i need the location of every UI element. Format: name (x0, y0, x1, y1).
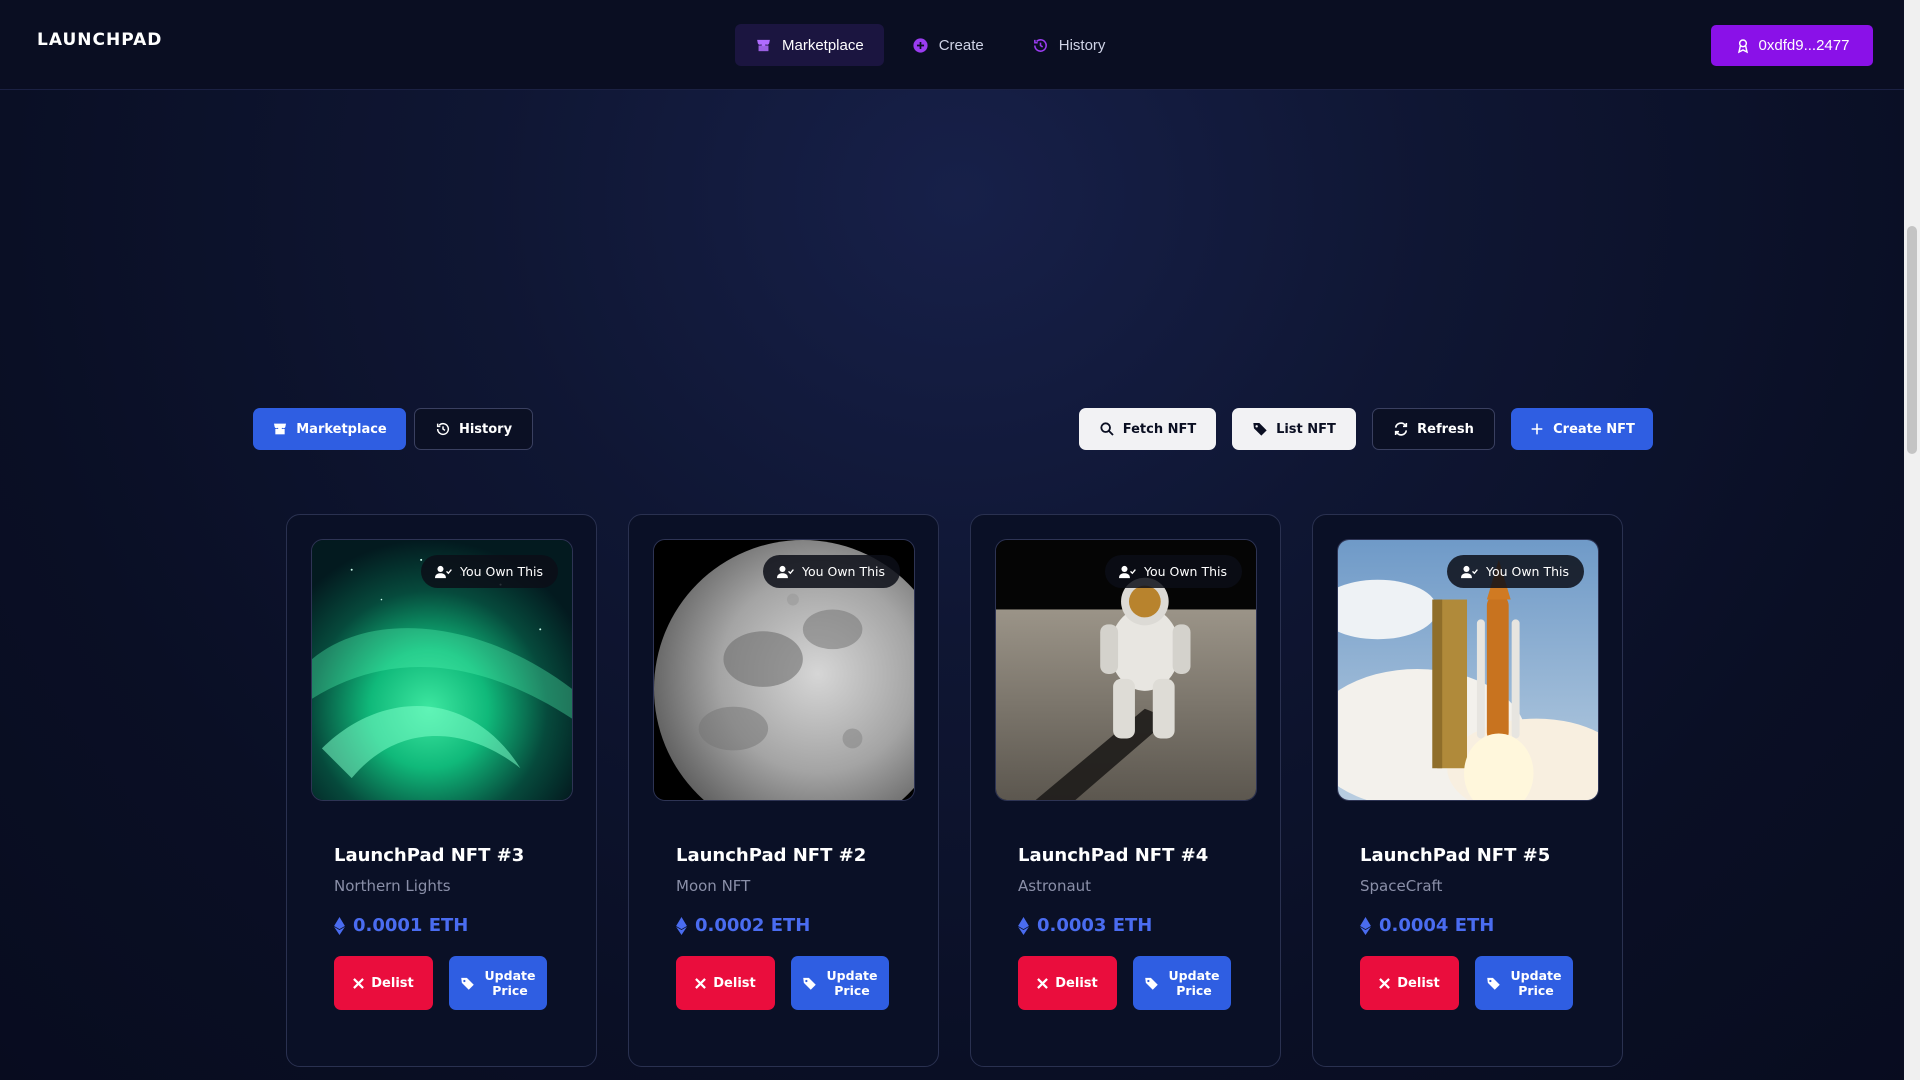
user-check-icon (776, 565, 794, 578)
user-check-icon (1118, 565, 1136, 578)
nav-item-label: Create (938, 36, 984, 54)
button-label: Create NFT (1553, 421, 1635, 437)
ethereum-icon (334, 916, 345, 935)
delist-button[interactable]: Delist (1018, 956, 1117, 1010)
launchpad-logo[interactable]: LAUNCHPAD (37, 30, 162, 50)
close-icon (353, 977, 365, 989)
close-icon (1379, 977, 1391, 989)
button-label: Marketplace (296, 421, 387, 437)
search-icon (1100, 422, 1114, 436)
button-label: Refresh (1417, 421, 1474, 437)
nft-image-astronaut[interactable]: You Own This (995, 539, 1257, 801)
ethereum-icon (676, 916, 687, 935)
tag-icon (803, 977, 816, 990)
update-price-button[interactable]: Update Price (449, 956, 547, 1010)
button-label: Update Price (1168, 968, 1220, 998)
refresh-button[interactable]: Refresh (1372, 408, 1495, 450)
nft-price: 0.0001 ETH (334, 915, 468, 936)
history-tab-button[interactable]: History (414, 408, 533, 450)
main-nav: Marketplace Create History (735, 24, 1125, 66)
nft-image-spacecraft[interactable]: You Own This (1337, 539, 1599, 801)
button-label: Update Price (484, 968, 536, 998)
nav-item-marketplace[interactable]: Marketplace (735, 24, 884, 66)
button-label: List NFT (1276, 421, 1336, 437)
nav-item-history[interactable]: History (1012, 24, 1126, 66)
badge-label: You Own This (459, 564, 543, 579)
owned-badge: You Own This (1446, 555, 1584, 588)
create-nft-button[interactable]: Create NFT (1511, 408, 1653, 450)
nft-price: 0.0004 ETH (1360, 915, 1494, 936)
ethereum-icon (1018, 916, 1029, 935)
user-check-icon (434, 565, 452, 578)
nft-title: LaunchPad NFT #2 (676, 845, 867, 866)
store-icon (757, 39, 770, 51)
history-icon (436, 422, 449, 436)
tag-icon (1145, 977, 1158, 990)
tag-icon (461, 977, 474, 990)
close-icon (1037, 977, 1049, 989)
nft-subtitle: Astronaut (1018, 877, 1092, 895)
nft-card[interactable]: You Own This LaunchPad NFT #4 Astronaut … (970, 514, 1281, 1067)
owned-badge: You Own This (1104, 555, 1242, 588)
top-navbar: LAUNCHPAD Marketplace Create History 0xd… (0, 0, 1904, 90)
nft-card[interactable]: You Own This LaunchPad NFT #5 SpaceCraft… (1312, 514, 1623, 1067)
price-value: 0.0002 ETH (695, 915, 811, 936)
button-label: History (458, 421, 513, 437)
nav-item-label: Marketplace (782, 36, 864, 54)
list-nft-button[interactable]: List NFT (1232, 408, 1356, 450)
badge-label: You Own This (1143, 564, 1227, 579)
update-price-button[interactable]: Update Price (1133, 956, 1231, 1010)
scrollbar-track[interactable] (1904, 0, 1920, 1080)
delist-button[interactable]: Delist (1360, 956, 1459, 1010)
nft-price: 0.0002 ETH (676, 915, 810, 936)
nft-title: LaunchPad NFT #4 (1018, 845, 1209, 866)
nft-image-northern-lights[interactable]: You Own This (311, 539, 573, 801)
owned-badge: You Own This (762, 555, 900, 588)
user-check-icon (1460, 565, 1478, 578)
button-label: Delist (1055, 975, 1098, 991)
nft-card[interactable]: You Own This LaunchPad NFT #2 Moon NFT 0… (628, 514, 939, 1067)
nft-image-moon[interactable]: You Own This (653, 539, 915, 801)
tag-icon (1487, 977, 1500, 990)
badge-label: You Own This (801, 564, 885, 579)
user-badge-icon (1737, 38, 1748, 53)
plus-circle-icon (913, 37, 928, 53)
button-label: Delist (1397, 975, 1440, 991)
update-price-button[interactable]: Update Price (791, 956, 889, 1010)
nav-item-label: History (1058, 36, 1106, 54)
plus-icon (1531, 423, 1543, 435)
price-value: 0.0001 ETH (353, 915, 469, 936)
owned-badge: You Own This (420, 555, 558, 588)
button-label: Update Price (826, 968, 878, 998)
nft-title: LaunchPad NFT #3 (334, 845, 525, 866)
fetch-nft-button[interactable]: Fetch NFT (1079, 408, 1216, 450)
button-label: Update Price (1510, 968, 1562, 998)
delist-button[interactable]: Delist (676, 956, 775, 1010)
update-price-button[interactable]: Update Price (1475, 956, 1573, 1010)
badge-label: You Own This (1485, 564, 1569, 579)
tag-icon (1253, 423, 1267, 436)
wallet-button[interactable]: 0xdfd9...2477 (1711, 25, 1873, 66)
button-label: Delist (371, 975, 414, 991)
close-icon (695, 977, 707, 989)
price-value: 0.0004 ETH (1379, 915, 1495, 936)
refresh-icon (1395, 422, 1408, 436)
nav-item-create[interactable]: Create (892, 24, 1004, 66)
nft-subtitle: SpaceCraft (1360, 877, 1443, 895)
price-value: 0.0003 ETH (1037, 915, 1153, 936)
nft-subtitle: Moon NFT (676, 877, 751, 895)
nft-card[interactable]: You Own This LaunchPad NFT #3 Northern L… (286, 514, 597, 1067)
marketplace-tab-button[interactable]: Marketplace (253, 408, 406, 450)
store-icon (274, 423, 287, 435)
nft-title: LaunchPad NFT #5 (1360, 845, 1551, 866)
nft-subtitle: Northern Lights (334, 877, 451, 895)
nft-price: 0.0003 ETH (1018, 915, 1152, 936)
history-icon (1033, 38, 1047, 52)
delist-button[interactable]: Delist (334, 956, 433, 1010)
scrollbar-thumb[interactable] (1907, 226, 1917, 454)
button-label: Delist (713, 975, 756, 991)
wallet-address: 0xdfd9...2477 (1758, 37, 1850, 54)
button-label: Fetch NFT (1122, 421, 1197, 437)
ethereum-icon (1360, 916, 1371, 935)
